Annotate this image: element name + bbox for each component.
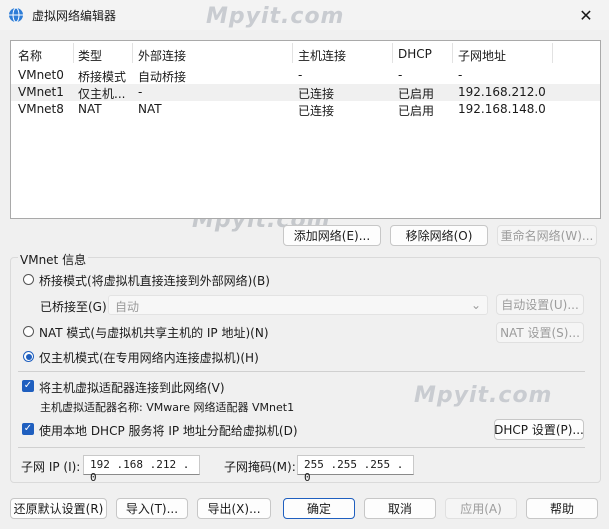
rename-network-button[interactable]: 重命名网络(W)...: [497, 225, 597, 246]
bridged-mode-label[interactable]: 桥接模式(将虚拟机直接连接到外部网络)(B): [39, 272, 270, 289]
cell-subnet: 192.168.148.0: [458, 102, 546, 116]
connect-adapter-checkbox[interactable]: ✓: [22, 380, 34, 392]
column-header[interactable]: DHCP: [398, 47, 432, 61]
cell-host: -: [298, 68, 303, 82]
nat-settings-button[interactable]: NAT 设置(S)...: [496, 322, 584, 343]
subnet-mask-input[interactable]: 255 .255 .255 . 0: [297, 455, 414, 484]
chevron-down-icon: ⌄: [470, 298, 481, 312]
cell-subnet: 192.168.212.0: [458, 85, 546, 99]
export-button[interactable]: 导出(X)...: [197, 498, 271, 519]
use-dhcp-checkbox[interactable]: ✓: [22, 423, 34, 435]
watermark-text: Mpyit.com: [206, 4, 345, 29]
network-table[interactable]: 名称 类型 外部连接 主机连接 DHCP 子网地址 VMnet0 桥接模式 自动…: [10, 40, 601, 219]
window-title: 虚拟网络编辑器: [32, 9, 117, 23]
group-title: VMnet 信息: [18, 251, 89, 268]
hostonly-mode-label[interactable]: 仅主机模式(在专用网络内连接虚拟机)(H): [39, 349, 259, 366]
table-row[interactable]: VMnet8 NAT NAT 已连接 已启用 192.168.148.0: [11, 101, 600, 118]
column-header[interactable]: 主机连接: [298, 47, 346, 64]
adapter-name-label: 主机虚拟适配器名称: VMware 网络适配器 VMnet1: [40, 401, 295, 414]
cell-type: 仅主机...: [78, 87, 126, 101]
apply-button[interactable]: 应用(A): [445, 498, 517, 519]
subnet-ip-input[interactable]: 192 .168 .212 . 0: [83, 455, 200, 484]
divider: [18, 371, 585, 372]
cell-type: 桥接模式: [78, 70, 127, 84]
bridged-to-label: 已桥接至(G):: [40, 300, 111, 314]
import-button[interactable]: 导入(T)...: [116, 498, 188, 519]
cell-name: VMnet8: [18, 102, 64, 116]
checkmark-icon: ✓: [23, 423, 33, 434]
bridged-mode-radio[interactable]: [23, 274, 34, 285]
subnet-ip-label: 子网 IP (I):: [21, 460, 81, 474]
cell-external: 自动桥接: [138, 70, 187, 84]
hostonly-mode-radio[interactable]: [23, 351, 34, 362]
table-row[interactable]: VMnet1 仅主机... - 已连接 已启用 192.168.212.0: [11, 84, 600, 101]
add-network-button[interactable]: 添加网络(E)...: [283, 225, 381, 246]
cell-name: VMnet0: [18, 68, 64, 82]
cell-external: -: [138, 85, 143, 99]
close-icon: ✕: [579, 5, 593, 25]
bridged-to-value: 自动: [115, 300, 140, 314]
nat-mode-radio[interactable]: [23, 326, 34, 337]
help-button[interactable]: 帮助: [526, 498, 598, 519]
table-row[interactable]: VMnet0 桥接模式 自动桥接 - - -: [11, 67, 600, 84]
connect-adapter-label[interactable]: 将主机虚拟适配器连接到此网络(V): [39, 379, 225, 396]
use-dhcp-label[interactable]: 使用本地 DHCP 服务将 IP 地址分配给虚拟机(D): [39, 422, 298, 439]
cell-external: NAT: [138, 102, 162, 116]
network-globe-icon: [9, 7, 23, 23]
cell-dhcp: -: [398, 68, 403, 82]
vmnet-info-group: [10, 257, 601, 483]
cell-name: VMnet1: [18, 85, 64, 99]
column-header[interactable]: 外部连接: [138, 47, 186, 64]
cell-host: 已连接: [298, 87, 335, 101]
column-header[interactable]: 子网地址: [458, 47, 506, 64]
divider: [18, 447, 585, 448]
remove-network-button[interactable]: 移除网络(O): [390, 225, 488, 246]
table-header: 名称 类型 外部连接 主机连接 DHCP 子网地址: [11, 41, 600, 65]
close-button[interactable]: ✕: [563, 0, 609, 30]
cell-host: 已连接: [298, 104, 335, 118]
dhcp-settings-button[interactable]: DHCP 设置(P)...: [494, 419, 584, 440]
cancel-button[interactable]: 取消: [364, 498, 436, 519]
auto-settings-button[interactable]: 自动设置(U)...: [496, 294, 584, 315]
cell-dhcp: 已启用: [398, 87, 435, 101]
cell-type: NAT: [78, 102, 102, 116]
cell-subnet: -: [458, 68, 463, 82]
ok-button[interactable]: 确定: [283, 498, 355, 519]
column-header[interactable]: 类型: [78, 47, 102, 64]
subnet-mask-label: 子网掩码(M):: [224, 460, 296, 474]
checkmark-icon: ✓: [23, 380, 33, 391]
cell-dhcp: 已启用: [398, 104, 435, 118]
bridged-to-select[interactable]: 自动 ⌄: [108, 295, 488, 315]
restore-defaults-button[interactable]: 还原默认设置(R): [10, 498, 107, 519]
nat-mode-label[interactable]: NAT 模式(与虚拟机共享主机的 IP 地址)(N): [39, 324, 269, 341]
column-header[interactable]: 名称: [18, 47, 42, 64]
